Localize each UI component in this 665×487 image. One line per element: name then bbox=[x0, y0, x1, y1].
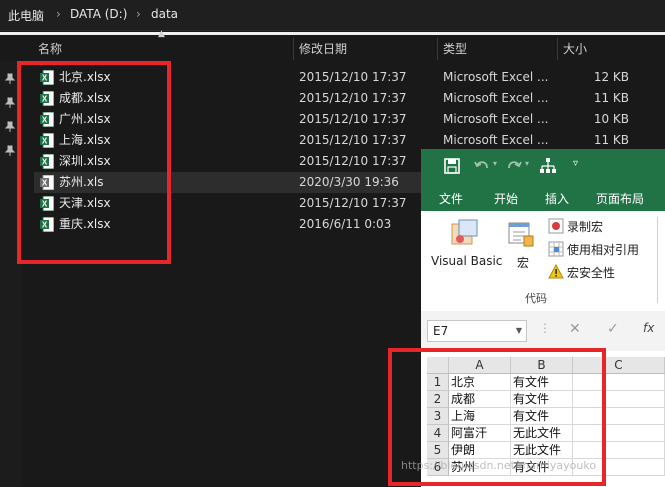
column-divider[interactable] bbox=[437, 38, 438, 60]
watermark: https://blog.csdn.net/mamiyayouko bbox=[401, 459, 597, 472]
tab-insert[interactable]: 插入 bbox=[545, 190, 569, 207]
column-divider[interactable] bbox=[557, 38, 558, 60]
file-size: 10 KB bbox=[593, 112, 629, 126]
enter-icon[interactable]: ✓ bbox=[607, 321, 619, 337]
address-bar[interactable]: 此电脑 › DATA (D:) › data bbox=[0, 0, 665, 31]
customize-qat-icon[interactable]: ▿ bbox=[573, 158, 578, 169]
formula-bar-handle[interactable]: ⋮ bbox=[539, 321, 551, 335]
file-type: Microsoft Excel ... bbox=[443, 91, 549, 105]
formula-bar: E7 ▼ ⋮ ✕ ✓ fx bbox=[421, 311, 665, 351]
cancel-icon[interactable]: ✕ bbox=[569, 321, 581, 337]
file-modified: 2015/12/10 17:37 bbox=[299, 70, 407, 84]
sort-ascending-icon: ▲ bbox=[158, 29, 165, 39]
tab-file[interactable]: 文件 bbox=[439, 190, 463, 207]
macros-icon[interactable] bbox=[507, 220, 535, 248]
use-relative-reference-button[interactable]: 使用相对引用 bbox=[567, 241, 639, 258]
file-modified: 2015/12/10 17:37 bbox=[299, 133, 407, 147]
pin-icon[interactable] bbox=[4, 121, 16, 133]
highlight-box-files bbox=[17, 61, 171, 264]
divider bbox=[0, 32, 665, 35]
name-box[interactable]: E7 ▼ bbox=[427, 320, 527, 342]
redo-dropdown-icon[interactable]: ▾ bbox=[525, 159, 529, 168]
undo-icon[interactable] bbox=[473, 157, 491, 175]
file-type: Microsoft Excel ... bbox=[443, 133, 549, 147]
name-box-value: E7 bbox=[433, 324, 449, 338]
breadcrumb-separator: › bbox=[56, 7, 61, 21]
column-header-size[interactable]: 大小 bbox=[563, 37, 587, 61]
save-icon[interactable] bbox=[443, 157, 461, 175]
connections-icon[interactable] bbox=[539, 157, 557, 175]
file-modified: 2015/12/10 17:37 bbox=[299, 154, 407, 168]
file-size: 12 KB bbox=[593, 70, 629, 84]
redo-icon[interactable] bbox=[505, 157, 523, 175]
ribbon-group-divider bbox=[657, 217, 658, 303]
file-type: Microsoft Excel ... bbox=[443, 112, 549, 126]
macro-security-button[interactable]: 宏安全性 bbox=[567, 264, 615, 281]
quick-access-toolbar: ▾ ▾ ▿ bbox=[421, 149, 665, 184]
file-type: Microsoft Excel ... bbox=[443, 70, 549, 84]
breadcrumb-separator: › bbox=[136, 7, 141, 21]
macros-button[interactable]: 宏 bbox=[517, 254, 529, 271]
breadcrumb-folder[interactable]: data bbox=[151, 7, 178, 21]
record-macro-icon[interactable] bbox=[548, 218, 564, 234]
ribbon-group-label: 代码 bbox=[525, 292, 547, 305]
file-size: 11 KB bbox=[593, 133, 629, 147]
column-header-modified[interactable]: 修改日期 bbox=[299, 37, 347, 61]
file-modified: 2015/12/10 17:37 bbox=[299, 196, 407, 210]
breadcrumb-this-pc[interactable]: 此电脑 bbox=[8, 7, 44, 24]
visual-basic-icon[interactable] bbox=[449, 218, 481, 248]
file-modified: 2015/12/10 17:37 bbox=[299, 91, 407, 105]
file-modified: 2016/6/11 0:03 bbox=[299, 217, 392, 231]
relative-reference-icon[interactable] bbox=[548, 241, 564, 257]
chevron-down-icon[interactable]: ▼ bbox=[516, 321, 522, 341]
ribbon-developer: Visual Basic 宏 录制宏 使用相对引用 宏安全性 代码 bbox=[421, 211, 665, 312]
warning-icon[interactable] bbox=[548, 264, 564, 280]
breadcrumb-drive[interactable]: DATA (D:) bbox=[70, 7, 127, 21]
undo-dropdown-icon[interactable]: ▾ bbox=[493, 159, 497, 168]
file-modified: 2015/12/10 17:37 bbox=[299, 112, 407, 126]
ribbon-tabs: 文件 开始 插入 页面布局 bbox=[421, 184, 665, 211]
pin-icon[interactable] bbox=[4, 145, 16, 157]
pin-icon[interactable] bbox=[4, 73, 16, 85]
pin-icon[interactable] bbox=[4, 97, 16, 109]
tab-page-layout[interactable]: 页面布局 bbox=[596, 190, 644, 207]
file-size: 11 KB bbox=[593, 91, 629, 105]
record-macro-button[interactable]: 录制宏 bbox=[567, 218, 603, 235]
column-divider[interactable] bbox=[293, 38, 294, 60]
visual-basic-button[interactable]: Visual Basic bbox=[431, 254, 502, 268]
column-header-type[interactable]: 类型 bbox=[443, 37, 467, 61]
tab-home[interactable]: 开始 bbox=[494, 190, 518, 207]
column-header-name[interactable]: 名称 bbox=[38, 37, 62, 61]
file-modified: 2020/3/30 19:36 bbox=[299, 175, 399, 189]
insert-function-button[interactable]: fx bbox=[643, 321, 654, 335]
